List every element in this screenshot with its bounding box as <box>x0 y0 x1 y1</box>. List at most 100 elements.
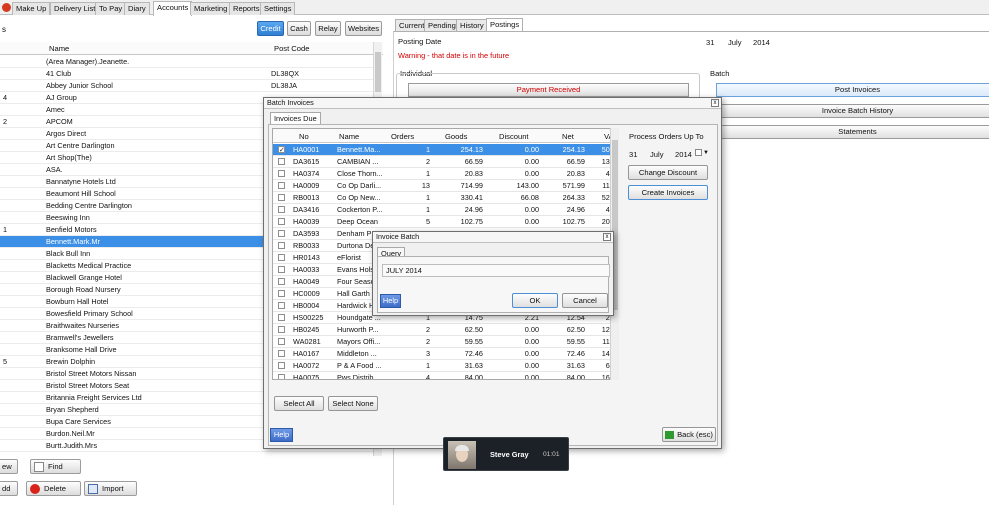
row-checkbox[interactable] <box>278 254 285 261</box>
delete-button[interactable]: Delete <box>26 481 81 496</box>
row-checkbox[interactable] <box>278 278 285 285</box>
menu-tab-marketing[interactable]: Marketing <box>190 2 232 15</box>
customer-name: Bristol Street Motors Nissan <box>46 369 137 378</box>
post-invoices-button[interactable]: Post Invoices <box>716 83 989 97</box>
change-discount-button[interactable]: Change Discount <box>628 165 708 180</box>
customer-row[interactable]: Abbey Junior School DL38JA <box>0 80 373 92</box>
call-notification[interactable]: Steve Gray 01:01 <box>443 437 569 471</box>
column-header-postcode[interactable]: Post Code <box>274 44 309 53</box>
customer-name: Bramwell's Jewellers <box>46 333 114 342</box>
menu-tab-delivery-list[interactable]: Delivery List <box>50 2 100 15</box>
batch-query-field[interactable]: JULY 2014 <box>382 264 610 277</box>
row-checkbox[interactable] <box>278 218 285 225</box>
filter-relay-button[interactable]: Relay <box>315 21 341 36</box>
invoice-goods: 66.59 <box>464 157 483 166</box>
column-header-orders[interactable]: Orders <box>391 132 414 141</box>
row-checkbox[interactable] <box>278 182 285 189</box>
tab-postings[interactable]: Postings <box>486 18 524 32</box>
invoice-row[interactable]: WA0281Mayors Offi...259.550.0059.5511.90 <box>273 336 618 348</box>
ok-button[interactable]: OK <box>512 293 558 308</box>
menu-tab-reports[interactable]: Reports <box>229 2 264 15</box>
filter-cash-button[interactable]: Cash <box>287 21 311 36</box>
customer-name: Britannia Freight Services Ltd <box>46 393 142 402</box>
row-checkbox[interactable] <box>278 170 285 177</box>
invoice-row[interactable]: HA0072P & A Food ...131.630.0031.636.33 <box>273 360 618 372</box>
invoice-discount: 0.00 <box>524 145 539 154</box>
find-button[interactable]: Find <box>30 459 81 474</box>
filter-websites-button[interactable]: Websites <box>345 21 382 36</box>
posting-date-day[interactable]: 31 <box>706 38 714 47</box>
close-icon[interactable]: x <box>711 99 719 107</box>
row-checkbox[interactable] <box>278 158 285 165</box>
invoice-row[interactable]: HA0075Pws Distrib...484.000.0084.0016.80 <box>273 372 618 380</box>
add-button[interactable]: dd <box>0 481 18 496</box>
row-checkbox[interactable] <box>278 326 285 333</box>
row-checkbox[interactable] <box>278 350 285 357</box>
row-checkbox[interactable] <box>278 362 285 369</box>
process-date-day[interactable]: 31 <box>629 150 637 159</box>
import-button[interactable]: Import <box>84 481 137 496</box>
invoice-row[interactable]: HB0245Hurworth P...262.500.0062.5012.50 <box>273 324 618 336</box>
row-checkbox[interactable] <box>278 230 285 237</box>
row-checkbox[interactable] <box>278 242 285 249</box>
invoice-discount: 0.00 <box>524 373 539 380</box>
customer-row[interactable]: 41 Club DL38QX <box>0 68 373 80</box>
row-checkbox[interactable] <box>278 374 285 379</box>
column-header-name[interactable]: Name <box>339 132 359 141</box>
row-checkbox[interactable] <box>278 302 285 309</box>
column-header-goods[interactable]: Goods <box>445 132 467 141</box>
process-date-year[interactable]: 2014 <box>675 150 692 159</box>
statements-button[interactable]: Statements <box>716 125 989 139</box>
row-checkbox[interactable] <box>278 145 285 156</box>
query-help-button[interactable]: Help <box>380 294 401 308</box>
query-dialog-title: Invoice Batch <box>373 232 613 243</box>
invoice-row[interactable]: RB0013Co Op New...1330.4166.08264.3352.8… <box>273 192 618 204</box>
row-checkbox[interactable] <box>278 194 285 201</box>
column-header-name[interactable]: Name <box>49 44 69 53</box>
select-none-button[interactable]: Select None <box>328 396 378 411</box>
invoice-row[interactable]: HA0374Close Thorn...120.830.0020.834.17 <box>273 168 618 180</box>
customer-row[interactable]: (Area Manager).Jeanette. <box>0 56 373 68</box>
invoice-no: HA0039 <box>293 217 320 226</box>
column-header-discount[interactable]: Discount <box>499 132 529 141</box>
close-icon[interactable]: x <box>603 233 611 241</box>
back-button[interactable]: Back (esc) <box>662 427 716 442</box>
help-button[interactable]: Help <box>270 428 293 442</box>
select-all-button[interactable]: Select All <box>274 396 324 411</box>
invoice-row[interactable]: HA0167Middleton ...372.460.0072.4614.49 <box>273 348 618 360</box>
posting-date-month[interactable]: July <box>728 38 742 47</box>
menu-tab-to-pay[interactable]: To Pay <box>95 2 127 15</box>
column-header-no[interactable]: No <box>299 132 309 141</box>
process-date-month[interactable]: July <box>650 150 664 159</box>
menu-tab-make-up[interactable]: Make Up <box>12 2 51 15</box>
menu-tab-diary[interactable]: Diary <box>124 2 150 15</box>
payment-received-button[interactable]: Payment Received <box>408 83 689 97</box>
invoice-discount: 0.00 <box>524 349 539 358</box>
scrollbar-thumb[interactable] <box>375 52 381 92</box>
menu-tab-accounts[interactable]: Accounts <box>153 1 193 16</box>
row-checkbox[interactable] <box>278 314 285 321</box>
invoice-batch-history-button[interactable]: Invoice Batch History <box>716 104 989 118</box>
tab-invoices-due[interactable]: Invoices Due <box>270 112 321 124</box>
invoice-row[interactable]: HA0039Deep Ocean5102.750.00102.7520.55 <box>273 216 618 228</box>
menu-tab-settings[interactable]: Settings <box>260 2 296 15</box>
posting-date-year[interactable]: 2014 <box>753 38 770 47</box>
invoice-row[interactable]: HA0001Bennett.Ma...1254.130.00254.1350.8… <box>273 144 618 156</box>
create-invoices-button[interactable]: Create Invoices <box>628 185 708 200</box>
invoice-row[interactable]: DA3615CAMBIAN ...266.590.0066.5913.31 <box>273 156 618 168</box>
row-checkbox[interactable] <box>278 338 285 345</box>
invoice-orders: 1 <box>425 193 430 202</box>
row-checkbox[interactable] <box>278 266 285 273</box>
invoice-row[interactable]: HA0009 Co Op Darli... 13 714.99 143.00 571.99… <box>273 180 618 192</box>
new-button[interactable]: ew <box>0 459 18 474</box>
invoice-net: 264.33 <box>562 193 585 202</box>
row-checkbox[interactable] <box>278 290 285 297</box>
invoice-row[interactable]: DA3416Cockerton P...124.960.0024.964.99 <box>273 204 618 216</box>
column-header-net[interactable]: Net <box>562 132 574 141</box>
filter-credit-button[interactable]: Credit <box>257 21 284 36</box>
row-checkbox[interactable] <box>278 206 285 213</box>
chevron-down-icon[interactable]: ▼ <box>703 150 709 156</box>
cancel-button[interactable]: Cancel <box>562 293 608 308</box>
calendar-icon[interactable] <box>695 149 702 156</box>
find-icon <box>34 462 44 472</box>
